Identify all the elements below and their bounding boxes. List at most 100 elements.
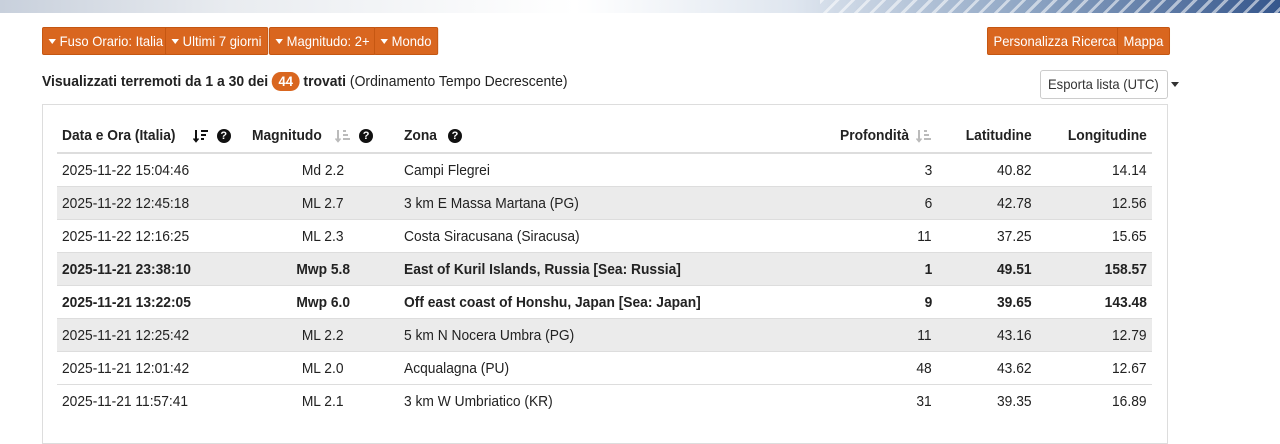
cell-longitude: 12.56 [1037,186,1152,220]
cell-longitude: 12.79 [1037,318,1152,352]
cell-text: 6 [924,194,932,212]
cell-text: 2025-11-21 13:22:05 [62,293,191,311]
header-latitude: Latitudine [937,119,1037,154]
header-datetime-label: Data e Ora (Italia) [62,127,176,144]
cell-text: ML 2.7 [302,194,344,212]
export-list-dropdown[interactable]: Esporta lista (UTC) [1040,70,1180,99]
header-depth[interactable]: Profondità [792,119,937,154]
cell-longitude: 12.67 [1037,351,1152,385]
cell-text: 15.65 [1112,227,1147,245]
caret-down-icon [171,38,179,44]
cell-magnitude: ML 2.3 [247,219,399,253]
cell-text: 42.78 [997,194,1032,212]
header-datetime[interactable]: Data e Ora (Italia) ? [57,119,247,154]
info-icon[interactable]: ? [359,129,374,144]
table-row[interactable]: 2025-11-22 15:04:46 Md 2.2 Campi Flegrei… [57,152,1152,187]
cell-text: Costa Siracusana (Siracusa) [404,227,580,245]
timezone-filter-button[interactable]: Fuso Orario: Italia [42,27,170,55]
cell-text: 37.25 [997,227,1032,245]
caret-down-icon [1171,81,1180,87]
cell-text: 5 km N Nocera Umbra (PG) [404,326,575,344]
header-magnitude[interactable]: Magnitudo ? [247,119,399,154]
table-row[interactable]: 2025-11-21 11:57:41 ML 2.1 3 km W Umbria… [57,384,1152,417]
cell-zone[interactable]: 3 km W Umbriatico (KR) [399,384,792,417]
table-row[interactable]: 2025-11-21 12:25:42 ML 2.2 5 km N Nocera… [57,318,1152,352]
cell-zone[interactable]: East of Kuril Islands, Russia [Sea: Russ… [399,252,792,286]
cell-depth: 31 [792,384,937,417]
cell-longitude: 14.14 [1037,152,1152,187]
cell-text: 40.82 [997,161,1032,179]
cell-zone[interactable]: 5 km N Nocera Umbra (PG) [399,318,792,352]
period-filter-label: Ultimi 7 giorni [182,33,262,49]
cell-depth: 48 [792,351,937,385]
cell-text: Campi Flegrei [404,161,490,179]
region-filter-button[interactable]: Mondo [374,27,438,55]
results-summary: Visualizzati terremoti da 1 a 30 dei 44 … [42,72,568,91]
table-row[interactable]: 2025-11-21 23:38:10 Mwp 5.8 East of Kuri… [57,252,1152,286]
info-icon[interactable]: ? [448,129,463,144]
sort-descending-icon[interactable] [192,129,209,143]
cell-datetime: 2025-11-22 15:04:46 [57,152,247,187]
cell-datetime: 2025-11-21 13:22:05 [57,285,247,319]
table-row[interactable]: 2025-11-21 13:22:05 Mwp 6.0 Off east coa… [57,285,1152,319]
cell-depth: 11 [792,219,937,253]
cell-zone[interactable]: Costa Siracusana (Siracusa) [399,219,792,253]
cell-depth: 11 [792,318,937,352]
cell-text: Off east coast of Honshu, Japan [Sea: Ja… [404,293,701,311]
cell-latitude: 43.62 [937,351,1037,385]
header-longitude: Longitudine [1037,119,1152,154]
cell-text: 158.57 [1104,260,1147,278]
cell-latitude: 39.35 [937,384,1037,417]
cell-text: 2025-11-21 12:25:42 [62,326,190,344]
cell-zone[interactable]: Acqualagna (PU) [399,351,792,385]
cell-zone[interactable]: Campi Flegrei [399,152,792,187]
cell-longitude: 143.48 [1037,285,1152,319]
table-row[interactable]: 2025-11-22 12:16:25 ML 2.3 Costa Siracus… [57,219,1152,253]
header-zone: Zona ? [399,119,792,154]
cell-text: Mwp 6.0 [296,293,350,311]
header-banner [0,0,1280,13]
table-header-row: Data e Ora (Italia) ? Magnitudo ? Zona ?… [57,119,1152,154]
cell-text: 2025-11-21 11:57:41 [62,392,189,410]
cell-text: 11 [917,227,932,245]
cell-magnitude: Md 2.2 [247,152,399,187]
cell-datetime: 2025-11-21 12:01:42 [57,351,247,385]
cell-text: 12.56 [1112,194,1147,212]
cell-text: 16.89 [1112,392,1147,410]
header-zone-label: Zona [404,127,437,144]
cell-text: ML 2.1 [302,392,344,410]
cell-text: 2025-11-22 15:04:46 [62,161,190,179]
count-badge: 44 [272,72,300,91]
cell-text: Md 2.2 [301,161,345,179]
cell-text: 3 [924,161,932,179]
cell-text: 1 [924,260,932,278]
cell-text: 43.62 [997,359,1032,377]
cell-zone[interactable]: 3 km E Massa Martana (PG) [399,186,792,220]
summary-found: trovati [303,73,347,90]
sort-icon[interactable] [916,129,932,143]
map-button[interactable]: Mappa [1117,27,1170,55]
cell-datetime: 2025-11-22 12:45:18 [57,186,247,220]
cell-text: 3 km E Massa Martana (PG) [404,194,579,212]
info-icon[interactable]: ? [216,129,231,144]
cell-longitude: 15.65 [1037,219,1152,253]
period-filter-button[interactable]: Ultimi 7 giorni [165,27,269,55]
cell-text: 3 km W Umbriatico (KR) [404,392,553,410]
summary-order: (Ordinamento Tempo Decrescente) [349,73,568,90]
cell-text: 2025-11-21 12:01:42 [62,359,190,377]
cell-datetime: 2025-11-21 11:57:41 [57,384,247,417]
earthquake-table: Data e Ora (Italia) ? Magnitudo ? Zona ?… [57,119,1152,417]
cell-text: East of Kuril Islands, Russia [Sea: Russ… [404,260,681,278]
magnitude-filter-button[interactable]: Magnitudo: 2+ [269,27,377,55]
caret-down-icon [275,38,283,44]
cell-latitude: 37.25 [937,219,1037,253]
sort-icon[interactable] [335,129,351,143]
header-magnitude-label: Magnitudo [252,127,322,144]
cell-longitude: 16.89 [1037,384,1152,417]
customize-search-button[interactable]: Personalizza Ricerca [987,27,1123,55]
cell-magnitude: Mwp 5.8 [247,252,399,286]
table-row[interactable]: 2025-11-22 12:45:18 ML 2.7 3 km E Massa … [57,186,1152,220]
table-row[interactable]: 2025-11-21 12:01:42 ML 2.0 Acqualagna (P… [57,351,1152,385]
cell-zone[interactable]: Off east coast of Honshu, Japan [Sea: Ja… [399,285,792,319]
cell-magnitude: ML 2.2 [247,318,399,352]
